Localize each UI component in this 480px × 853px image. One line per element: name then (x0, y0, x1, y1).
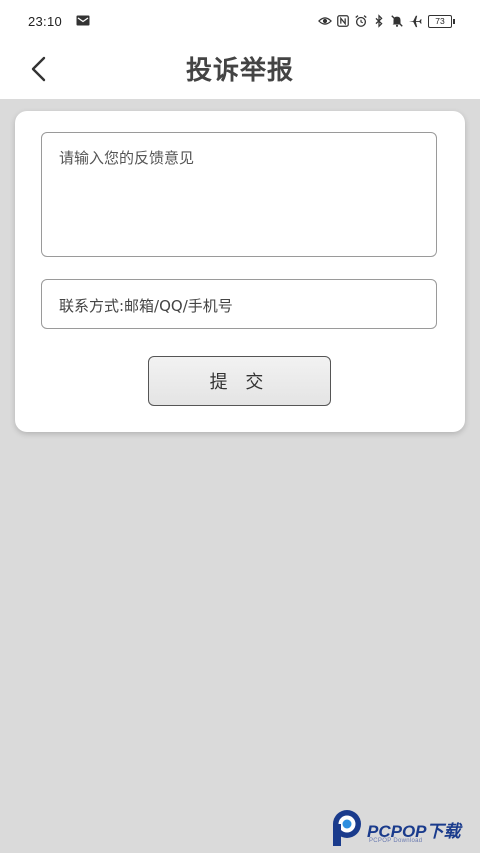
mail-icon (76, 15, 90, 26)
contact-placeholder: 联系方式:邮箱/QQ/手机号 (59, 297, 233, 315)
pcpop-logo-icon (333, 810, 361, 846)
watermark-sub: PCPOP Download (369, 838, 423, 844)
status-icons: 73 (318, 14, 455, 28)
page-title: 投诉举报 (185, 56, 294, 86)
complaint-form-card: 请输入您的反馈意见 联系方式:邮箱/QQ/手机号 提 交 (15, 111, 465, 432)
bluetooth-icon (375, 14, 383, 28)
alarm-icon (355, 15, 367, 27)
battery-icon: 73 (428, 14, 455, 28)
airplane-icon (408, 15, 422, 28)
nfc-icon (337, 15, 349, 27)
mute-icon (391, 15, 403, 27)
contact-input[interactable]: 联系方式:邮箱/QQ/手机号 (41, 279, 437, 329)
submit-button[interactable]: 提 交 (148, 356, 331, 406)
status-time: 23:10 (28, 14, 63, 29)
watermark: PCPOP下载 PCPOP Download (331, 808, 480, 853)
feedback-placeholder: 请输入您的反馈意见 (59, 149, 195, 167)
feedback-input[interactable]: 请输入您的反馈意见 (41, 132, 437, 257)
header: 投诉举报 (0, 44, 480, 99)
status-bar: 23:10 73 (0, 0, 480, 44)
eye-icon (318, 17, 332, 25)
